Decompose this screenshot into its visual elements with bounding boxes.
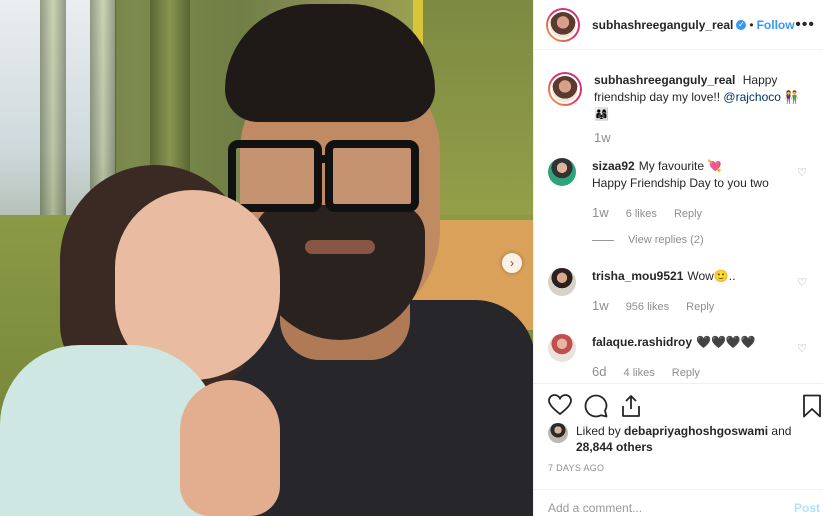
- comment-icon[interactable]: [584, 394, 608, 418]
- heart-icon[interactable]: [548, 394, 572, 416]
- caption-time[interactable]: 1w: [594, 130, 611, 145]
- avatar[interactable]: [548, 423, 568, 443]
- comment-likes[interactable]: 956 likes: [626, 301, 669, 313]
- comment-username[interactable]: trisha_mou9521: [592, 269, 683, 283]
- avatar[interactable]: [548, 72, 582, 106]
- photo-glasses-right: [325, 140, 419, 212]
- comment-text: Wow🙂..: [687, 269, 736, 283]
- instagram-post: › subhashreeganguly_real ✓ • Follow ••• sub…: [0, 0, 823, 516]
- photo-glasses-bridge: [314, 155, 328, 163]
- comment-likes[interactable]: 4 likes: [624, 367, 655, 379]
- avatar[interactable]: [548, 158, 576, 186]
- photo-man-mouth: [305, 240, 375, 254]
- comment-text: 🖤🖤🖤🖤: [696, 335, 756, 349]
- post-button[interactable]: Post: [794, 501, 820, 515]
- separator: •: [749, 17, 754, 32]
- photo-man-hair: [225, 4, 435, 122]
- comment-time[interactable]: 1w: [592, 205, 609, 220]
- avatar[interactable]: [546, 7, 580, 42]
- likes-prefix: Liked by: [576, 424, 621, 438]
- more-options-icon[interactable]: •••: [795, 16, 815, 34]
- avatar[interactable]: [548, 334, 576, 362]
- caption-username[interactable]: subhashreeganguly_real: [594, 73, 735, 87]
- header-username[interactable]: subhashreeganguly_real: [592, 18, 733, 32]
- photo-woman-hand: [180, 380, 280, 516]
- comment-username[interactable]: falaque.rashidroy: [592, 335, 692, 349]
- reply-button[interactable]: Reply: [672, 367, 700, 379]
- follow-button[interactable]: Follow: [757, 18, 795, 32]
- comment-username[interactable]: sizaa92: [592, 159, 635, 173]
- reply-button[interactable]: Reply: [686, 301, 714, 313]
- share-icon[interactable]: [620, 394, 642, 418]
- list-item: trisha_mou9521 Wow🙂.. 1w 956 likes Reply …: [534, 268, 823, 334]
- comment-text: My favourite 💘: [638, 159, 723, 173]
- action-bar: [534, 383, 823, 427]
- comment-text-line2: Happy Friendship Day to you two: [592, 176, 769, 190]
- photo-glasses-left: [228, 140, 322, 212]
- likes-others[interactable]: 28,844 others: [576, 440, 653, 454]
- caption: subhashreeganguly_real Happy friendship …: [534, 72, 823, 158]
- list-item: sizaa92 My favourite 💘 Happy Friendship D…: [534, 158, 823, 256]
- likes-middle: and: [771, 424, 792, 438]
- likes-user[interactable]: debapriyaghoshgoswami: [624, 424, 768, 438]
- post-photo[interactable]: ›: [0, 0, 533, 516]
- heart-icon[interactable]: ♡: [797, 276, 807, 289]
- heart-icon[interactable]: ♡: [797, 166, 807, 179]
- add-comment-bar: Add a comment... Post: [534, 489, 823, 516]
- likes-summary: Liked by debapriyaghoshgoswami and 28,84…: [548, 423, 791, 455]
- post-header: subhashreeganguly_real ✓ • Follow •••: [534, 0, 823, 50]
- comment-time[interactable]: 6d: [592, 364, 606, 379]
- comments-list: subhashreeganguly_real Happy friendship …: [534, 72, 823, 394]
- bookmark-icon[interactable]: [802, 394, 822, 418]
- chevron-right-icon[interactable]: ›: [502, 253, 522, 273]
- comment-input[interactable]: Add a comment...: [548, 501, 642, 515]
- post-date[interactable]: 7 DAYS AGO: [548, 463, 604, 473]
- avatar[interactable]: [548, 268, 576, 296]
- comment-likes[interactable]: 6 likes: [626, 208, 657, 220]
- verified-badge-icon: ✓: [736, 20, 747, 31]
- post-side-panel: subhashreeganguly_real ✓ • Follow ••• subha…: [533, 0, 823, 516]
- reply-button[interactable]: Reply: [674, 208, 702, 220]
- heart-icon[interactable]: ♡: [797, 342, 807, 355]
- caption-mention[interactable]: @rajchoco: [723, 90, 781, 104]
- comment-time[interactable]: 1w: [592, 298, 609, 313]
